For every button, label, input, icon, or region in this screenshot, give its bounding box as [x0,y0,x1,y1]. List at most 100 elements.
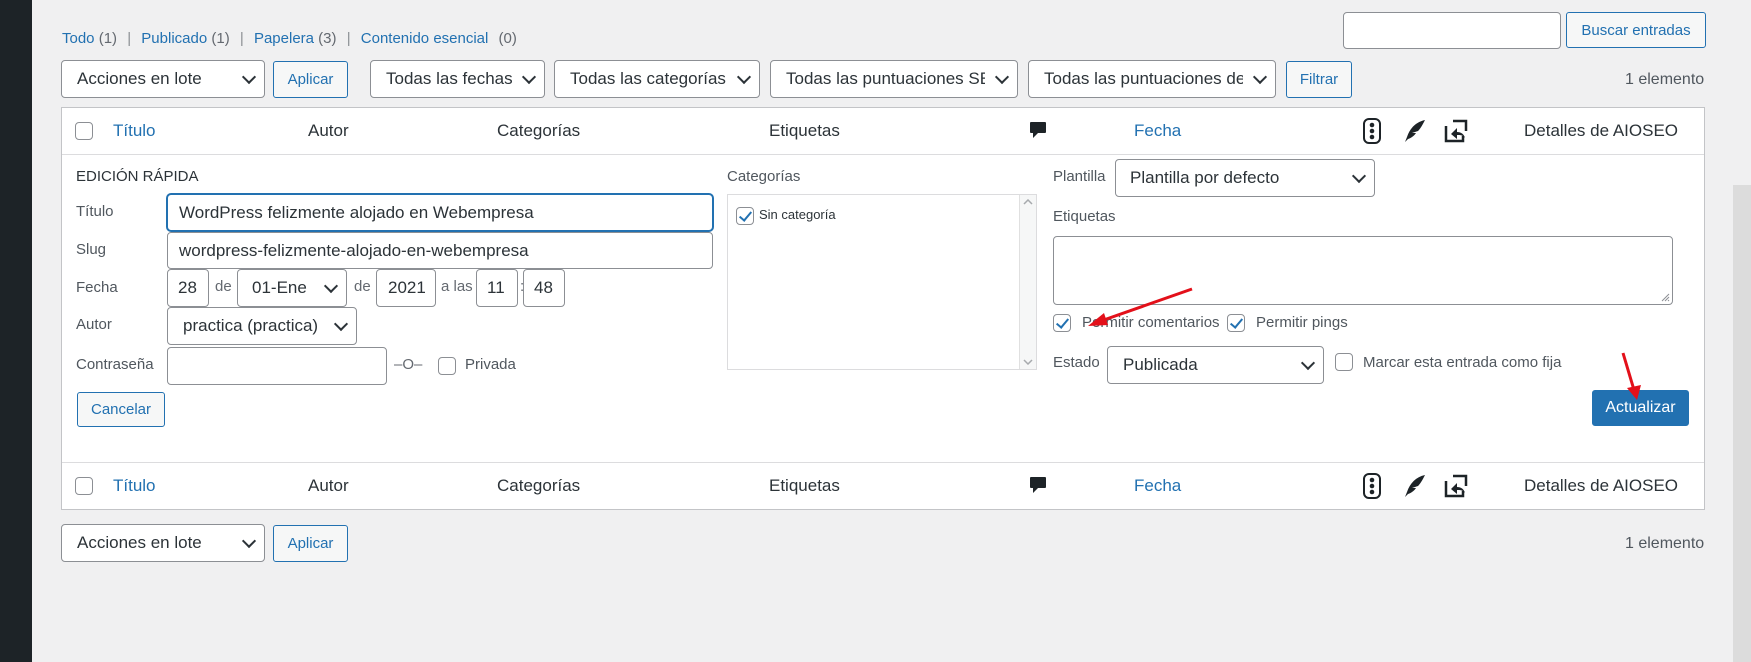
template-select[interactable]: Plantilla por defecto [1115,159,1375,197]
password-input[interactable] [167,347,387,385]
apply-button[interactable]: Aplicar [273,61,348,98]
annotation-arrow-update [1621,352,1641,400]
minute-input[interactable]: 48 [523,269,565,307]
chevron-down-icon [1351,168,1367,184]
select-all-checkbox[interactable] [75,122,93,140]
date-label: Fecha [76,279,118,296]
column-author-footer: Autor [308,476,349,495]
day-input[interactable]: 28 [167,269,209,307]
table-header: Título Autor Categorías Etiquetas Fecha … [62,108,1704,154]
admin-menu-sidebar [0,0,32,662]
column-date-header[interactable]: Fecha [1134,121,1181,141]
view-trash-count: (3) [318,30,337,47]
seo-traffic-light-icon[interactable] [1363,118,1381,144]
table-footer: Título Autor Categorías Etiquetas Fecha … [62,463,1704,509]
cancel-button[interactable]: Cancelar [77,392,165,427]
column-title-footer[interactable]: Título [113,476,156,496]
search-input[interactable] [1343,12,1561,49]
status-select-value: Publicada [1123,355,1198,374]
password-or-separator: –O– [394,356,423,373]
month-select-value: 01-Ene [252,278,307,297]
slug-label: Slug [76,241,107,258]
date-filter-value: Todas las fechas [386,69,513,88]
readability-filter-value: Todas las puntuaciones de [1044,69,1243,88]
template-label: Plantilla [1053,168,1106,185]
chevron-down-icon [323,278,339,294]
category-checkbox-sin-categoria[interactable] [736,207,754,225]
readability-filter-select[interactable]: Todas las puntuaciones de [1028,60,1276,98]
date-de-text: de [215,278,232,295]
resize-handle-icon[interactable] [1660,292,1670,302]
bulk-actions-select[interactable]: Acciones en lote [61,60,265,98]
view-all-link[interactable]: Todo [62,30,95,47]
view-cornerstone-link[interactable]: Contenido esencial [361,30,489,47]
column-tags-footer: Etiquetas [769,476,840,495]
comments-icon[interactable] [1029,121,1047,141]
scroll-down-icon[interactable] [1023,359,1033,365]
sticky-label: Marcar esta entrada como fija [1363,354,1562,371]
title-input-value: WordPress felizmente alojado en Webempre… [179,202,534,222]
comments-icon[interactable] [1029,476,1047,496]
day-input-value: 28 [178,278,197,297]
year-input[interactable]: 2021 [376,269,436,307]
minute-input-value: 48 [534,278,553,297]
month-select[interactable]: 01-Ene [237,269,347,307]
view-separator: | [127,30,132,47]
filter-button[interactable]: Filtrar [1286,61,1352,98]
seo-score-filter-select[interactable]: Todas las puntuaciones SEO [770,60,1018,98]
search-posts-button[interactable]: Buscar entradas [1566,12,1706,48]
author-select[interactable]: practica (practica) [167,307,357,345]
category-item-label: Sin categoría [759,207,836,222]
seo-score-filter-value: Todas las puntuaciones SEO [786,69,985,88]
categories-checklist[interactable]: Sin categoría [727,194,1037,370]
private-label: Privada [465,356,516,373]
column-title-header[interactable]: Título [113,121,156,141]
allow-pings-checkbox[interactable] [1227,314,1245,332]
view-trash-link[interactable]: Papelera [254,30,314,47]
chevron-down-icon [521,69,537,85]
slug-input[interactable]: wordpress-felizmente-alojado-en-webempre… [167,232,713,269]
links-icon[interactable] [1442,118,1470,144]
hour-input[interactable]: 11 [476,269,518,307]
chevron-down-icon [241,533,257,549]
title-input[interactable]: WordPress felizmente alojado en Webempre… [167,194,713,231]
column-date-footer[interactable]: Fecha [1134,476,1181,496]
bulk-actions-value: Acciones en lote [77,69,202,88]
view-cornerstone-count: (0) [498,30,517,47]
category-filter-select[interactable]: Todas las categorías [554,60,760,98]
items-count-top: 1 elemento [1625,71,1705,88]
view-separator: | [239,30,244,47]
view-separator: | [346,30,351,47]
title-label: Título [76,203,114,220]
sticky-checkbox[interactable] [1335,353,1353,371]
scrollbar-thumb[interactable] [1733,185,1751,662]
apply-button-bottom[interactable]: Aplicar [273,525,348,562]
author-label: Autor [76,316,112,333]
categories-label: Categorías [727,168,801,185]
categories-scrollbar[interactable] [1019,195,1036,369]
column-categories-header: Categorías [497,121,581,140]
quick-edit-heading: EDICIÓN RÁPIDA [76,168,199,185]
scroll-up-icon[interactable] [1023,199,1033,205]
date-filter-select[interactable]: Todas las fechas [370,60,545,98]
template-select-value: Plantilla por defecto [1130,168,1280,187]
readability-feather-icon[interactable] [1404,119,1426,143]
bulk-actions-select-bottom[interactable]: Acciones en lote [61,524,265,562]
select-all-checkbox-bottom[interactable] [75,477,93,495]
column-aioseo-footer: Detalles de AIOSEO [1524,476,1679,495]
scrollbar-track[interactable] [1733,0,1751,662]
allow-comments-checkbox[interactable] [1053,314,1071,332]
allow-pings-label: Permitir pings [1256,314,1348,331]
view-published-link[interactable]: Publicado [141,30,207,47]
seo-traffic-light-icon[interactable] [1363,473,1381,499]
view-published-count: (1) [211,30,230,47]
links-icon[interactable] [1442,473,1470,499]
hour-input-value: 11 [487,278,505,297]
view-all-count: (1) [98,30,118,47]
status-select[interactable]: Publicada [1107,346,1324,384]
private-checkbox[interactable] [438,357,456,375]
posts-table: Título Autor Categorías Etiquetas Fecha … [61,107,1705,510]
chevron-down-icon [736,69,752,85]
readability-feather-icon[interactable] [1404,474,1426,498]
author-select-value: practica (practica) [183,316,319,335]
